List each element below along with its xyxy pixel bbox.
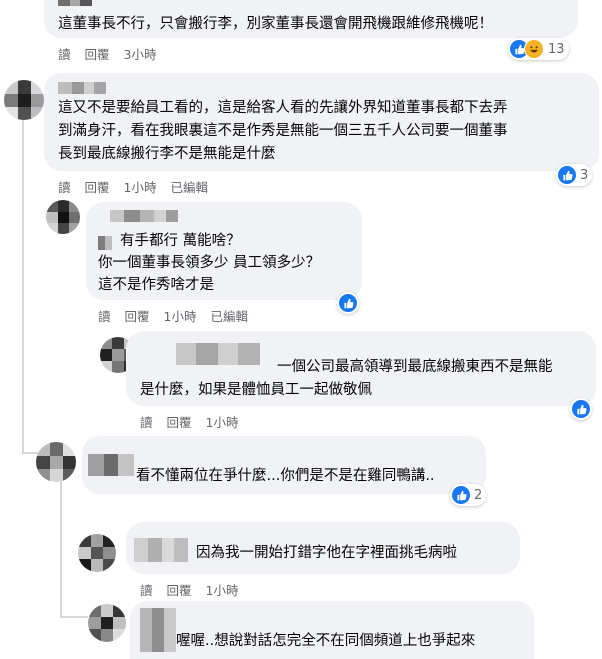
- comment-actions: 讀 回覆 1小時 已編輯: [58, 177, 208, 196]
- commenter-name-blurred: [110, 210, 178, 222]
- comment-actions: 讀 回覆 1小時: [140, 412, 238, 431]
- avatar[interactable]: [46, 200, 80, 234]
- comment-text: 看不懂兩位在爭什麼...你們是不是在雞同鴨講..: [136, 468, 435, 484]
- read-link[interactable]: 讀: [58, 44, 71, 63]
- reply-link[interactable]: 回覆: [167, 412, 192, 431]
- reply-link[interactable]: 回覆: [167, 580, 192, 599]
- thread-line: [60, 476, 62, 616]
- comment-text: 這董事長不行，只會搬行李，別家董事長還會開飛機跟維修飛機呢！: [58, 16, 493, 32]
- thread-line: [22, 112, 24, 452]
- avatar[interactable]: [88, 604, 126, 642]
- comment-actions: 讀 回覆 3小時: [58, 44, 156, 63]
- commenter-name-blurred: [134, 538, 188, 562]
- avatar[interactable]: [4, 80, 44, 120]
- comment-text: 是什麼，如果是體恤員工一起做敬佩: [140, 382, 372, 398]
- like-icon: [572, 400, 590, 418]
- comment-text: 喔喔..想說對話怎完全不在同個頻道上也爭起來: [176, 633, 476, 649]
- comment-actions: 讀 回覆 1小時 已編輯: [98, 306, 248, 325]
- commenter-name-blurred: [98, 236, 112, 250]
- read-link[interactable]: 讀: [140, 412, 153, 431]
- edited-label: 已編輯: [210, 309, 248, 324]
- commenter-name-blurred: [58, 0, 92, 6]
- timestamp[interactable]: 1小時: [206, 412, 239, 431]
- reaction-summary[interactable]: 13: [508, 38, 569, 60]
- comment-text: 因為我一開始打錯字他在字裡面挑毛病啦: [196, 545, 457, 561]
- timestamp[interactable]: 3小時: [124, 44, 157, 63]
- reply-link[interactable]: 回覆: [125, 306, 150, 325]
- like-icon: [339, 294, 357, 312]
- commenter-name-blurred: [88, 454, 134, 476]
- reaction-summary[interactable]: [570, 398, 592, 420]
- haha-icon: [524, 39, 544, 59]
- reaction-summary[interactable]: 2: [450, 484, 487, 506]
- comment-text: 這不是作秀啥才是: [98, 277, 214, 293]
- like-icon: [558, 166, 576, 184]
- reaction-summary[interactable]: [337, 292, 359, 314]
- comment-text: 有手都行 萬能啥？: [120, 233, 241, 249]
- thread-branch: [60, 616, 88, 618]
- commenter-name-blurred: [58, 82, 106, 94]
- reaction-count: 3: [580, 167, 589, 183]
- reply-link[interactable]: 回覆: [85, 177, 110, 196]
- avatar[interactable]: [36, 442, 76, 482]
- edited-label: 已編輯: [170, 180, 208, 195]
- read-link[interactable]: 讀: [140, 580, 153, 599]
- like-icon: [452, 486, 470, 504]
- timestamp[interactable]: 1小時: [124, 177, 157, 196]
- read-link[interactable]: 讀: [58, 177, 71, 196]
- thread-branch: [22, 452, 38, 454]
- reaction-count: 13: [548, 41, 565, 57]
- reaction-count: 2: [474, 487, 483, 503]
- comment-text: 長到最底線搬行李不是無能是什麼: [58, 146, 276, 162]
- avatar[interactable]: [78, 534, 116, 572]
- reply-link[interactable]: 回覆: [85, 44, 110, 63]
- read-link[interactable]: 讀: [98, 306, 111, 325]
- comment-text: 你一個董事長領多少 員工領多少？: [98, 255, 321, 271]
- comment-text: 這又不是要給員工看的，這是給客人看的先讓外界知道董事長都下去弄: [58, 100, 508, 116]
- timestamp[interactable]: 1小時: [206, 580, 239, 599]
- comment-text: 到滿身汗，看在我眼裏這不是作秀是無能一個三五千人公司要一個董事: [58, 123, 508, 139]
- commenter-name-blurred: [140, 608, 176, 652]
- timestamp[interactable]: 1小時: [164, 306, 197, 325]
- comment-text: 一個公司最高領導到最底線搬東西不是無能: [277, 359, 553, 375]
- commenter-name-blurred: [176, 343, 260, 365]
- comment-actions: 讀 回覆 1小時: [140, 580, 238, 599]
- reaction-summary[interactable]: 3: [556, 164, 593, 186]
